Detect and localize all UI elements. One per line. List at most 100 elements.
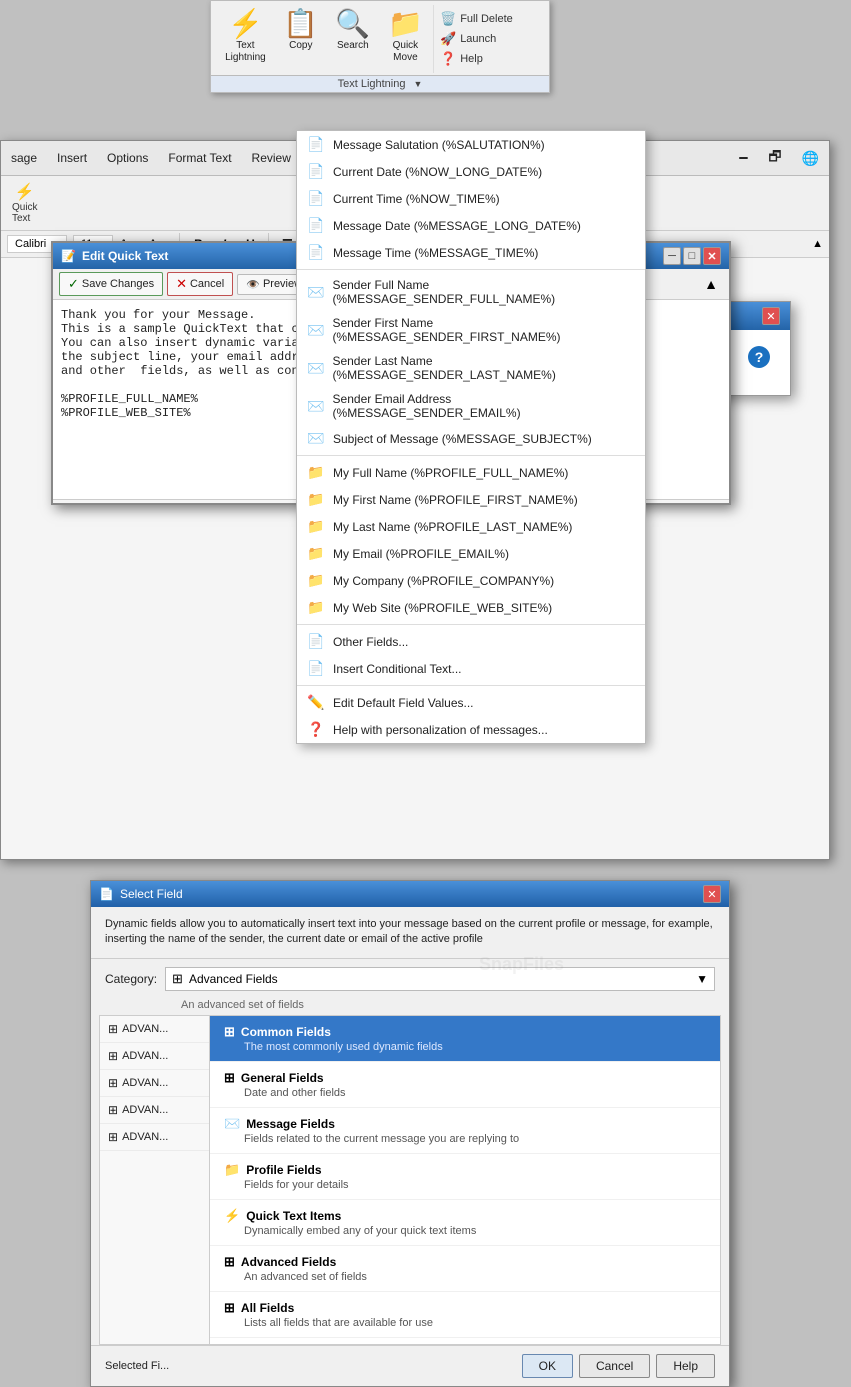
list-icon-4: ⊞	[108, 1103, 118, 1117]
field-help-personalization[interactable]: ❓ Help with personalization of messages.…	[297, 716, 645, 743]
sf-category-select[interactable]: ⊞ Advanced Fields ▼	[165, 967, 715, 991]
field-sender-last-name[interactable]: ✉️ Sender Last Name (%MESSAGE_SENDER_LAS…	[297, 349, 645, 387]
field-label-sender-last: Sender Last Name (%MESSAGE_SENDER_LAST_N…	[332, 354, 635, 382]
field-label-help-personal: Help with personalization of messages...	[333, 723, 548, 737]
menu-review[interactable]: Review	[248, 149, 295, 167]
list-item-advan2[interactable]: ⊞ ADVAN...	[100, 1043, 209, 1070]
field-other-fields[interactable]: 📄 Other Fields...	[297, 628, 645, 655]
dropdown-title-common: ⊞ Common Fields	[224, 1024, 706, 1040]
window-min-icon[interactable]: 🗕	[734, 144, 752, 172]
window-max-icon[interactable]: 🗗	[764, 144, 785, 172]
field-label-my-first: My First Name (%PROFILE_FIRST_NAME%)	[333, 493, 578, 507]
dropdown-desc-message: Fields related to the current message yo…	[224, 1133, 706, 1145]
field-my-last-name[interactable]: 📁 My Last Name (%PROFILE_LAST_NAME%)	[297, 513, 645, 540]
field-sender-email[interactable]: ✉️ Sender Email Address (%MESSAGE_SENDER…	[297, 387, 645, 425]
wizard-close-btn[interactable]: ✕	[762, 307, 780, 325]
field-edit-default[interactable]: ✏️ Edit Default Field Values...	[297, 689, 645, 716]
sf-ok-btn[interactable]: OK	[522, 1354, 573, 1378]
full-delete-item[interactable]: 🗑️ Full Delete	[440, 9, 537, 29]
ribbon-btn-search[interactable]: 🔍 Search	[328, 5, 378, 73]
dropdown-item-profile-fields[interactable]: 📁 Profile Fields Fields for your details	[210, 1154, 720, 1200]
field-message-time[interactable]: 📄 Message Time (%MESSAGE_TIME%)	[297, 239, 645, 266]
field-my-company[interactable]: 📁 My Company (%PROFILE_COMPANY%)	[297, 567, 645, 594]
dropdown-item-general-fields[interactable]: ⊞ General Fields Date and other fields	[210, 1062, 720, 1108]
menu-options[interactable]: Options	[103, 149, 152, 167]
field-current-time[interactable]: 📄 Current Time (%NOW_TIME%)	[297, 185, 645, 212]
scroll-up-btn[interactable]: ▲	[699, 272, 723, 296]
dropdown-icon-all: ⊞	[224, 1300, 235, 1316]
dialog-minimize-btn[interactable]: ─	[663, 247, 681, 265]
dropdown-item-quick-text[interactable]: ⚡ Quick Text Items Dynamically embed any…	[210, 1200, 720, 1246]
field-sender-first-name[interactable]: ✉️ Sender First Name (%MESSAGE_SENDER_FI…	[297, 311, 645, 349]
dropdown-item-all-fields[interactable]: ⊞ All Fields Lists all fields that are a…	[210, 1292, 720, 1338]
ribbon-right-panel: 🗑️ Full Delete 🚀 Launch ❓ Help	[433, 5, 543, 73]
dropdown-label-common: Common Fields	[241, 1025, 331, 1039]
field-icon-salutation: 📄	[307, 136, 325, 153]
dropdown-desc-common: The most commonly used dynamic fields	[224, 1041, 706, 1053]
sf-help-btn[interactable]: Help	[656, 1354, 715, 1378]
help-item[interactable]: ❓ Help	[440, 49, 537, 69]
dialog-close-btn[interactable]: ✕	[703, 247, 721, 265]
dropdown-item-message-fields[interactable]: ✉️ Message Fields Fields related to the …	[210, 1108, 720, 1154]
ribbon-btn-text-lightning[interactable]: ⚡ Text Lightning	[217, 5, 274, 73]
field-icon-sender-last: ✉️	[307, 360, 324, 377]
window-close-icon[interactable]: 🌐	[798, 148, 823, 169]
list-item-advan1[interactable]: ⊞ ADVAN...	[100, 1016, 209, 1043]
field-icon-sender-full: ✉️	[307, 284, 324, 301]
field-sender-full-name[interactable]: ✉️ Sender Full Name (%MESSAGE_SENDER_FUL…	[297, 273, 645, 311]
help-icon: ❓	[440, 51, 456, 67]
sf-main-panel: ⊞ ADVAN... ⊞ ADVAN... ⊞ ADVAN... ⊞ ADVAN…	[99, 1015, 721, 1345]
field-icon-sender-first: ✉️	[307, 322, 324, 339]
field-message-salutation[interactable]: 📄 Message Salutation (%SALUTATION%)	[297, 131, 645, 158]
dropdown-label-general: General Fields	[241, 1071, 324, 1085]
dropdown-item-advanced-fields[interactable]: ⊞ Advanced Fields An advanced set of fie…	[210, 1246, 720, 1292]
ribbon-toolbar: ⚡ Text Lightning 📋 Copy 🔍 Search 📁 Quick…	[210, 0, 550, 93]
wizard-help-icon[interactable]: ?	[748, 346, 770, 368]
menu-format-text[interactable]: Format Text	[164, 149, 235, 167]
sf-category-label: Category:	[105, 972, 157, 986]
sf-dropdown-arrow-icon: ▼	[696, 972, 708, 986]
list-item-advan5[interactable]: ⊞ ADVAN...	[100, 1124, 209, 1151]
launch-item[interactable]: 🚀 Launch	[440, 29, 537, 49]
menu-separator-4	[297, 685, 645, 686]
scroll-up-icon[interactable]: ▲	[812, 238, 823, 250]
field-my-first-name[interactable]: 📁 My First Name (%PROFILE_FIRST_NAME%)	[297, 486, 645, 513]
field-label-current-time: Current Time (%NOW_TIME%)	[333, 192, 500, 206]
dialog-title: Edit Quick Text	[82, 249, 168, 263]
text-lightning-label: Text Lightning	[225, 40, 266, 64]
list-item-advan4[interactable]: ⊞ ADVAN...	[100, 1097, 209, 1124]
dropdown-label-message: Message Fields	[246, 1117, 335, 1131]
dropdown-item-common-fields[interactable]: ⊞ Common Fields The most commonly used d…	[210, 1016, 720, 1062]
ribbon-btn-copy[interactable]: 📋 Copy	[276, 5, 326, 73]
quick-text-toolbar-item[interactable]: ⚡ QuickText	[5, 179, 45, 227]
menu-sage[interactable]: sage	[7, 149, 41, 167]
menu-insert[interactable]: Insert	[53, 149, 91, 167]
dialog-maximize-btn[interactable]: □	[683, 247, 701, 265]
field-label-my-company: My Company (%PROFILE_COMPANY%)	[333, 574, 554, 588]
ribbon-btn-quick-move[interactable]: 📁 Quick Move	[380, 5, 431, 73]
field-label-message-date: Message Date (%MESSAGE_LONG_DATE%)	[333, 219, 581, 233]
dropdown-desc-quick-text: Dynamically embed any of your quick text…	[224, 1225, 706, 1237]
copy-icon: 📋	[283, 10, 318, 38]
field-my-email[interactable]: 📁 My Email (%PROFILE_EMAIL%)	[297, 540, 645, 567]
dropdown-icon-general: ⊞	[224, 1070, 235, 1086]
cancel-btn[interactable]: ✕ Cancel	[167, 272, 233, 296]
field-insert-conditional[interactable]: 📄 Insert Conditional Text...	[297, 655, 645, 682]
sf-close-btn[interactable]: ✕	[703, 885, 721, 903]
save-changes-btn[interactable]: ✓ Save Changes	[59, 272, 163, 296]
field-subject[interactable]: ✉️ Subject of Message (%MESSAGE_SUBJECT%…	[297, 425, 645, 452]
field-current-date[interactable]: 📄 Current Date (%NOW_LONG_DATE%)	[297, 158, 645, 185]
list-item-advan3[interactable]: ⊞ ADVAN...	[100, 1070, 209, 1097]
text-lightning-icon: ⚡	[228, 10, 263, 38]
sf-cancel-btn[interactable]: Cancel	[579, 1354, 650, 1378]
field-message-date[interactable]: 📄 Message Date (%MESSAGE_LONG_DATE%)	[297, 212, 645, 239]
ribbon-body: ⚡ Text Lightning 📋 Copy 🔍 Search 📁 Quick…	[211, 1, 549, 75]
field-my-website[interactable]: 📁 My Web Site (%PROFILE_WEB_SITE%)	[297, 594, 645, 621]
field-label-edit-default: Edit Default Field Values...	[333, 696, 474, 710]
field-my-full-name[interactable]: 📁 My Full Name (%PROFILE_FULL_NAME%)	[297, 459, 645, 486]
field-label-sender-first: Sender First Name (%MESSAGE_SENDER_FIRST…	[332, 316, 635, 344]
ribbon-expand-icon[interactable]: ▼	[413, 79, 422, 89]
field-icon-message-time: 📄	[307, 244, 325, 261]
field-icon-other: 📄	[307, 633, 325, 650]
field-icon-sender-email: ✉️	[307, 398, 325, 415]
